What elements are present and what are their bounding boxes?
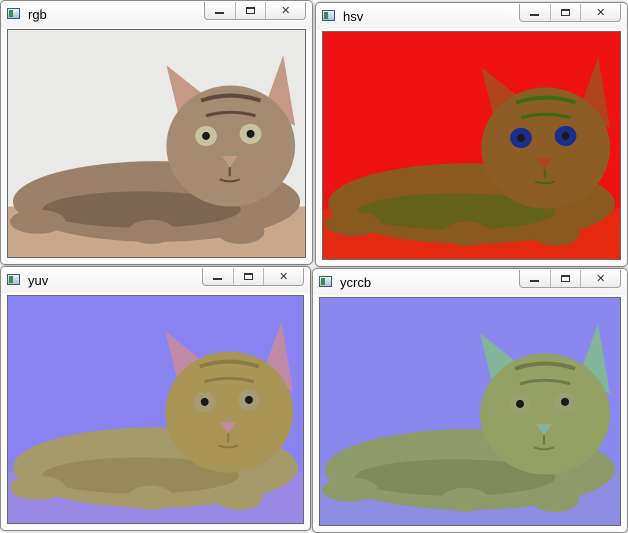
- minimize-button[interactable]: [205, 2, 236, 19]
- title-bar[interactable]: yuv ✕: [1, 267, 310, 293]
- window-title: rgb: [28, 7, 47, 22]
- image-canvas: [319, 297, 621, 526]
- maximize-icon: [561, 9, 571, 16]
- window-app-icon: [7, 8, 20, 19]
- maximize-button[interactable]: [234, 268, 265, 285]
- close-icon: ✕: [281, 4, 291, 17]
- close-icon: ✕: [596, 6, 606, 19]
- minimize-icon: [530, 14, 540, 16]
- maximize-button[interactable]: [236, 2, 267, 19]
- title-bar[interactable]: rgb ✕: [1, 1, 312, 27]
- image-window-hsv[interactable]: hsv ✕: [315, 2, 628, 267]
- maximize-button[interactable]: [551, 4, 582, 21]
- close-button[interactable]: ✕: [581, 270, 620, 287]
- cat-image-yuv: [8, 296, 303, 523]
- image-canvas: [7, 29, 306, 258]
- close-button[interactable]: ✕: [581, 4, 620, 21]
- minimize-icon: [213, 278, 223, 280]
- close-icon: ✕: [279, 270, 289, 283]
- image-window-yuv[interactable]: yuv ✕: [0, 266, 311, 531]
- window-controls: ✕: [519, 4, 621, 22]
- title-bar[interactable]: hsv ✕: [316, 3, 627, 29]
- image-window-rgb[interactable]: rgb ✕: [0, 0, 313, 265]
- image-canvas: [7, 295, 304, 524]
- maximize-icon: [244, 273, 254, 280]
- window-title: ycrcb: [340, 275, 372, 290]
- minimize-icon: [530, 280, 540, 282]
- window-title: hsv: [343, 9, 364, 24]
- minimize-button[interactable]: [520, 270, 551, 287]
- window-title: yuv: [28, 273, 49, 288]
- window-app-icon: [7, 274, 20, 285]
- image-canvas: [322, 31, 621, 260]
- image-window-ycrcb[interactable]: ycrcb ✕: [312, 268, 628, 533]
- cat-image-ycrcb: [320, 298, 620, 525]
- close-button[interactable]: ✕: [266, 2, 305, 19]
- window-app-icon: [322, 10, 335, 21]
- cat-image-hsv: [323, 32, 620, 259]
- window-controls: ✕: [519, 270, 621, 288]
- window-app-icon: [319, 276, 332, 287]
- close-icon: ✕: [596, 272, 606, 285]
- title-bar[interactable]: ycrcb ✕: [313, 269, 627, 295]
- maximize-button[interactable]: [551, 270, 582, 287]
- maximize-icon: [561, 275, 571, 282]
- cat-image-rgb: [8, 30, 305, 257]
- minimize-button[interactable]: [520, 4, 551, 21]
- window-controls: ✕: [202, 268, 304, 286]
- window-controls: ✕: [204, 2, 306, 20]
- maximize-icon: [246, 7, 256, 14]
- minimize-icon: [215, 12, 225, 14]
- close-button[interactable]: ✕: [264, 268, 303, 285]
- minimize-button[interactable]: [203, 268, 234, 285]
